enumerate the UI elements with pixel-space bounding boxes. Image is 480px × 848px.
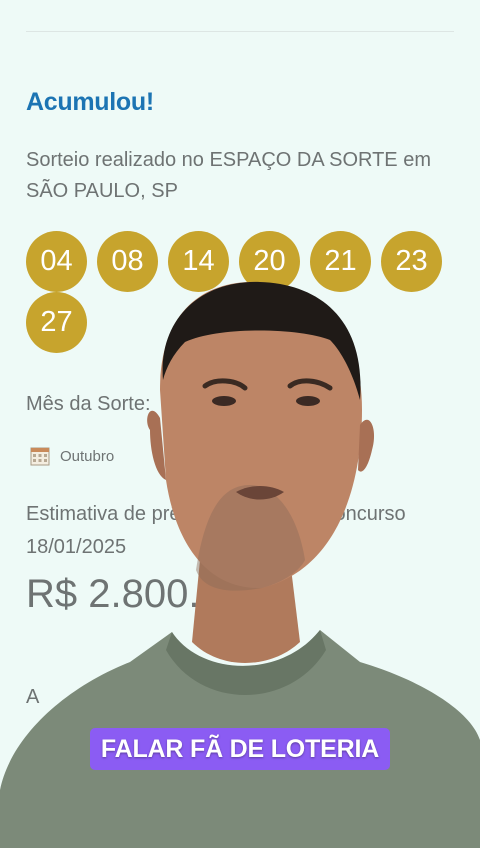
result-status-title: Acumulou! <box>26 88 154 116</box>
draw-location-text: Sorteio realizado no ESPAÇO DA SORTE em … <box>26 149 431 202</box>
caption-text: FALAR FÃ DE LOTERIA <box>100 734 380 763</box>
video-caption: FALAR FÃ DE LOTERIA <box>90 728 390 770</box>
divider <box>26 31 454 32</box>
